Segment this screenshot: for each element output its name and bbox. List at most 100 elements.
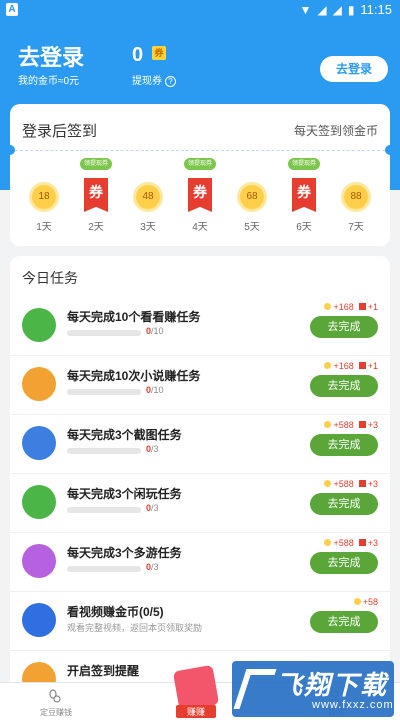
ticket-icon [358,362,366,369]
reward-ticket-value: +1 [367,361,378,371]
signin-card: 登录后签到 每天签到领金币 18 1天 领提现券券 2天 48 3天 领提现券券 4天 68 5天… [5,104,395,246]
task-reward: +588 +3 [324,420,378,430]
coin-icon [324,539,332,546]
watermark-url: www.fxxz.com [312,699,394,711]
watermark-title: 飞翔下载 [276,670,389,700]
coupon-icon: 券 [188,178,212,212]
watermark: 飞翔下载 www.fxxz.com [232,661,394,717]
coin-icon: 18 [29,182,59,212]
task-name: 每天完成3个闲玩任务 [67,487,182,501]
login-button[interactable]: 去登录 [320,56,388,82]
divider [10,150,390,151]
task-progress-bar [67,507,141,513]
day-label: 2天 [88,222,104,233]
earn-fab-label[interactable]: 赚赚 [176,705,216,718]
reward-tickets: +1 [358,361,378,371]
reward-ticket-value: +3 [367,479,378,489]
login-title[interactable]: 去登录 [18,40,84,72]
task-progress-total: /3 [151,503,159,513]
task-do-button[interactable]: 去完成 [310,434,378,456]
task-reward: +168 +1 [324,361,378,371]
task-reward: +58 [353,597,378,607]
task-progress-total: /10 [151,385,164,395]
tab-left[interactable]: 定豆赚钱 [26,707,86,718]
task-icon [22,367,56,401]
day-label: 6天 [296,222,312,233]
notification-a-icon: A [6,3,18,16]
ticket-badge-icon: 券 [152,46,166,60]
day-tag: 领提现券 [288,158,320,170]
task-progress-bar [67,566,141,572]
reward-coins: +168 [324,361,354,371]
task-name: 每天完成10个看看赚任务 [67,310,201,324]
coupon-icon: 券 [292,178,316,212]
reward-ticket-value: +3 [367,538,378,548]
reward-coins: +588 [324,479,354,489]
reward-ticket-value: +3 [367,420,378,430]
coin-icon [324,362,332,369]
signal-icon: ◢ [332,2,342,17]
coin-icon [324,303,332,310]
signin-right-text: 每天签到领金币 [293,124,378,138]
task-icon [22,426,56,460]
task-progress-bar [67,330,141,336]
task-progress: 0/10 [146,326,164,336]
task-do-button[interactable]: 去完成 [310,552,378,574]
tasks-card: 今日任务 每天完成10个看看赚任务 0/10 +168 +1 去完成 每天完成10次小说赚… [10,256,390,696]
task-progress: 0/3 [146,444,159,454]
day-label: 7天 [348,222,364,233]
watermark-logo-icon [233,669,277,709]
location-icon: ▼ [299,2,312,17]
signin-day: 领提现券券 2天 [70,158,122,238]
reward-coin-value: +588 [333,420,354,430]
task-do-button[interactable]: 去完成 [310,611,378,633]
task-name: 每天完成10次小说赚任务 [67,369,201,383]
task-do-button[interactable]: 去完成 [310,493,378,515]
coin-icon [353,598,361,605]
help-icon[interactable]: ? [165,75,176,87]
ticket-count: 0 [132,44,144,66]
footprint-icon [49,689,61,703]
signin-days: 18 1天 领提现券券 2天 48 3天 领提现券券 4天 68 5天 领提现券券 6天 88 7天 [18,158,382,238]
task-do-button[interactable]: 去完成 [310,375,378,397]
task-row: 看视频赚金币(0/5) 观看完整视频，返回本页领取奖励 +58 去完成 [10,593,390,651]
task-progress-total: /10 [151,326,164,336]
task-do-button[interactable]: 去完成 [310,316,378,338]
task-progress: 0/10 [146,385,164,395]
ticket-label: 提现券? [132,72,176,87]
reward-coin-value: +588 [333,479,354,489]
task-name: 每天完成3个截图任务 [67,428,182,442]
reward-coin-value: +58 [362,597,378,607]
coin-icon: 88 [341,182,371,212]
task-row: 每天完成10次小说赚任务 0/10 +168 +1 去完成 [10,357,390,415]
coupon-icon: 券 [84,178,108,212]
task-reward: +588 +3 [324,479,378,489]
task-reward: +168 +1 [324,302,378,312]
card-notch [385,145,395,155]
task-name: 开启签到提醒 [67,664,140,678]
task-progress-total: /3 [151,444,159,454]
signin-day: 18 1天 [18,158,70,238]
signin-title[interactable]: 登录后签到 [22,120,97,141]
reward-coins: +588 [324,420,354,430]
reward-tickets: +1 [358,302,378,312]
task-progress-bar [67,448,141,454]
task-icon [22,603,56,637]
reward-coin-value: +168 [333,302,354,312]
wifi-icon: ◢ [317,2,327,17]
tasks-title: 今日任务 [22,270,78,286]
ticket-icon [358,539,366,546]
task-progress: 0/3 [146,562,159,572]
task-progress-total: /3 [151,562,159,572]
ticket-icon [358,480,366,487]
signin-day: 48 3天 [122,158,174,238]
task-row: 每天完成3个截图任务 0/3 +588 +3 去完成 [10,416,390,474]
signin-day: 领提现券券 4天 [174,158,226,238]
reward-tickets: +3 [358,479,378,489]
reward-tickets: +3 [358,538,378,548]
status-time: 11:15 [360,2,392,17]
task-row: 每天完成3个多游任务 0/3 +588 +3 去完成 [10,534,390,592]
task-name: 每天完成3个多游任务 [67,546,182,560]
task-progress: 0/3 [146,503,159,513]
task-row: 每天完成3个闲玩任务 0/3 +588 +3 去完成 [10,475,390,533]
